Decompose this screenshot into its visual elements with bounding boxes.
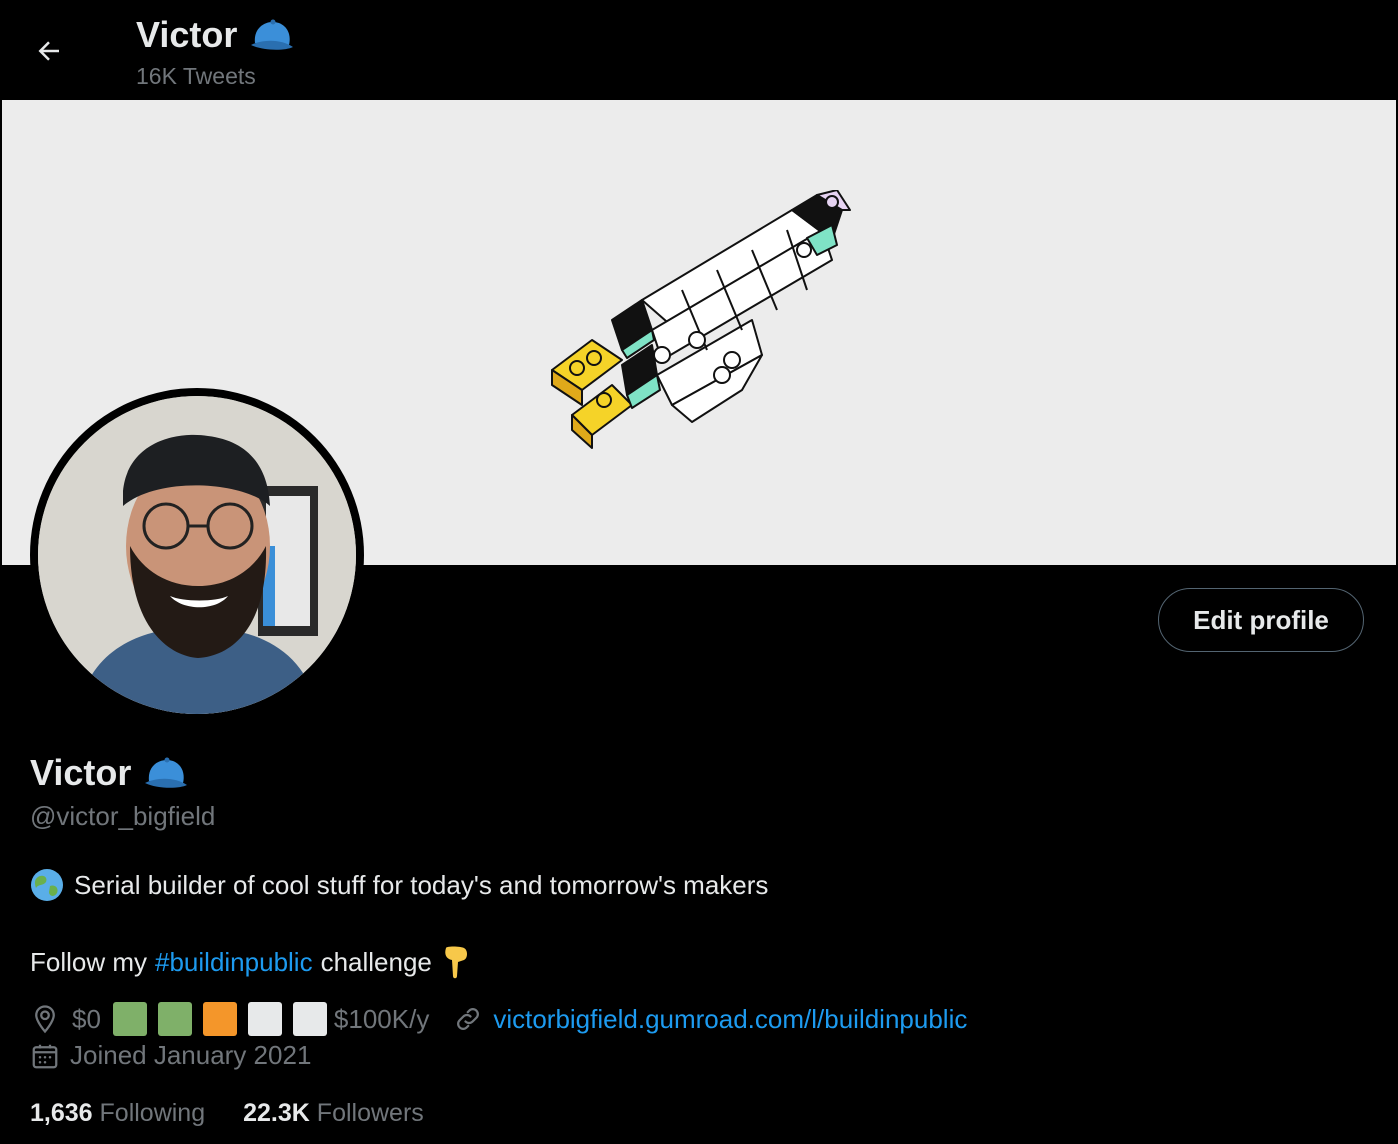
following-link[interactable]: 1,636 Following: [30, 1099, 205, 1128]
followers-label: Followers: [316, 1099, 424, 1127]
website-link[interactable]: victorbigfield.gumroad.com/l/buildinpubl…: [493, 1004, 967, 1035]
link-icon: [457, 1008, 480, 1030]
followers-link[interactable]: 22.3K Followers: [243, 1099, 424, 1128]
bio-prefix: Follow my: [30, 946, 148, 977]
joined-date: Joined January 2021: [30, 1040, 311, 1071]
location-pin-icon: [35, 1005, 55, 1034]
bio-suffix: challenge: [320, 946, 432, 977]
avatar-photo: [38, 396, 356, 714]
profile-page: Victor 16K Tweets Edit profile Victor @v…: [0, 0, 1398, 1144]
progress-square-5: [292, 1002, 327, 1036]
joined-text: Joined January 2021: [70, 1040, 312, 1070]
bio-line-2: Follow my #buildinpublic challenge: [30, 944, 470, 980]
following-count: 1,636: [30, 1099, 93, 1127]
edit-profile-button[interactable]: Edit profile: [1158, 588, 1364, 652]
profile-name: Victor: [30, 752, 189, 794]
following-label: Following: [99, 1099, 206, 1127]
tweets-count: 16K Tweets: [136, 63, 256, 89]
cap-emoji-icon: [251, 19, 294, 50]
location-end: $100K/y: [333, 1003, 430, 1034]
header-name: Victor: [136, 14, 238, 55]
follow-stats: 1,636 Following 22.3K Followers: [30, 1099, 424, 1128]
header-title: Victor: [136, 14, 295, 56]
globe-emoji-icon: [31, 869, 63, 901]
profile-meta: $0 $100K/y victorbigfield.gumroad.com/l/…: [30, 1002, 967, 1036]
pointing-down-emoji-icon: [445, 946, 467, 979]
progress-square-1: [112, 1002, 147, 1036]
progress-square-3: [202, 1002, 237, 1036]
bio-line-1: Serial builder of cool stuff for today's…: [30, 868, 768, 902]
lego-rocket-illustration: [551, 190, 851, 449]
top-bar: Victor 16K Tweets: [0, 0, 1398, 100]
bio-text: Serial builder of cool stuff for today's…: [74, 869, 769, 900]
avatar-border: [30, 388, 364, 722]
back-button[interactable]: [26, 28, 72, 74]
profile-name-text: Victor: [30, 752, 132, 793]
calendar-icon: [32, 1044, 58, 1068]
cap-emoji-icon: [145, 757, 188, 788]
progress-square-4: [247, 1002, 282, 1036]
followers-count: 22.3K: [243, 1099, 310, 1127]
avatar[interactable]: [38, 396, 356, 714]
progress-square-2: [157, 1002, 192, 1036]
back-arrow-icon: [38, 41, 59, 61]
hashtag-link[interactable]: #buildinpublic: [155, 947, 313, 978]
profile-handle: @victor_bigfield: [30, 801, 216, 831]
location-start: $0: [72, 1003, 101, 1034]
